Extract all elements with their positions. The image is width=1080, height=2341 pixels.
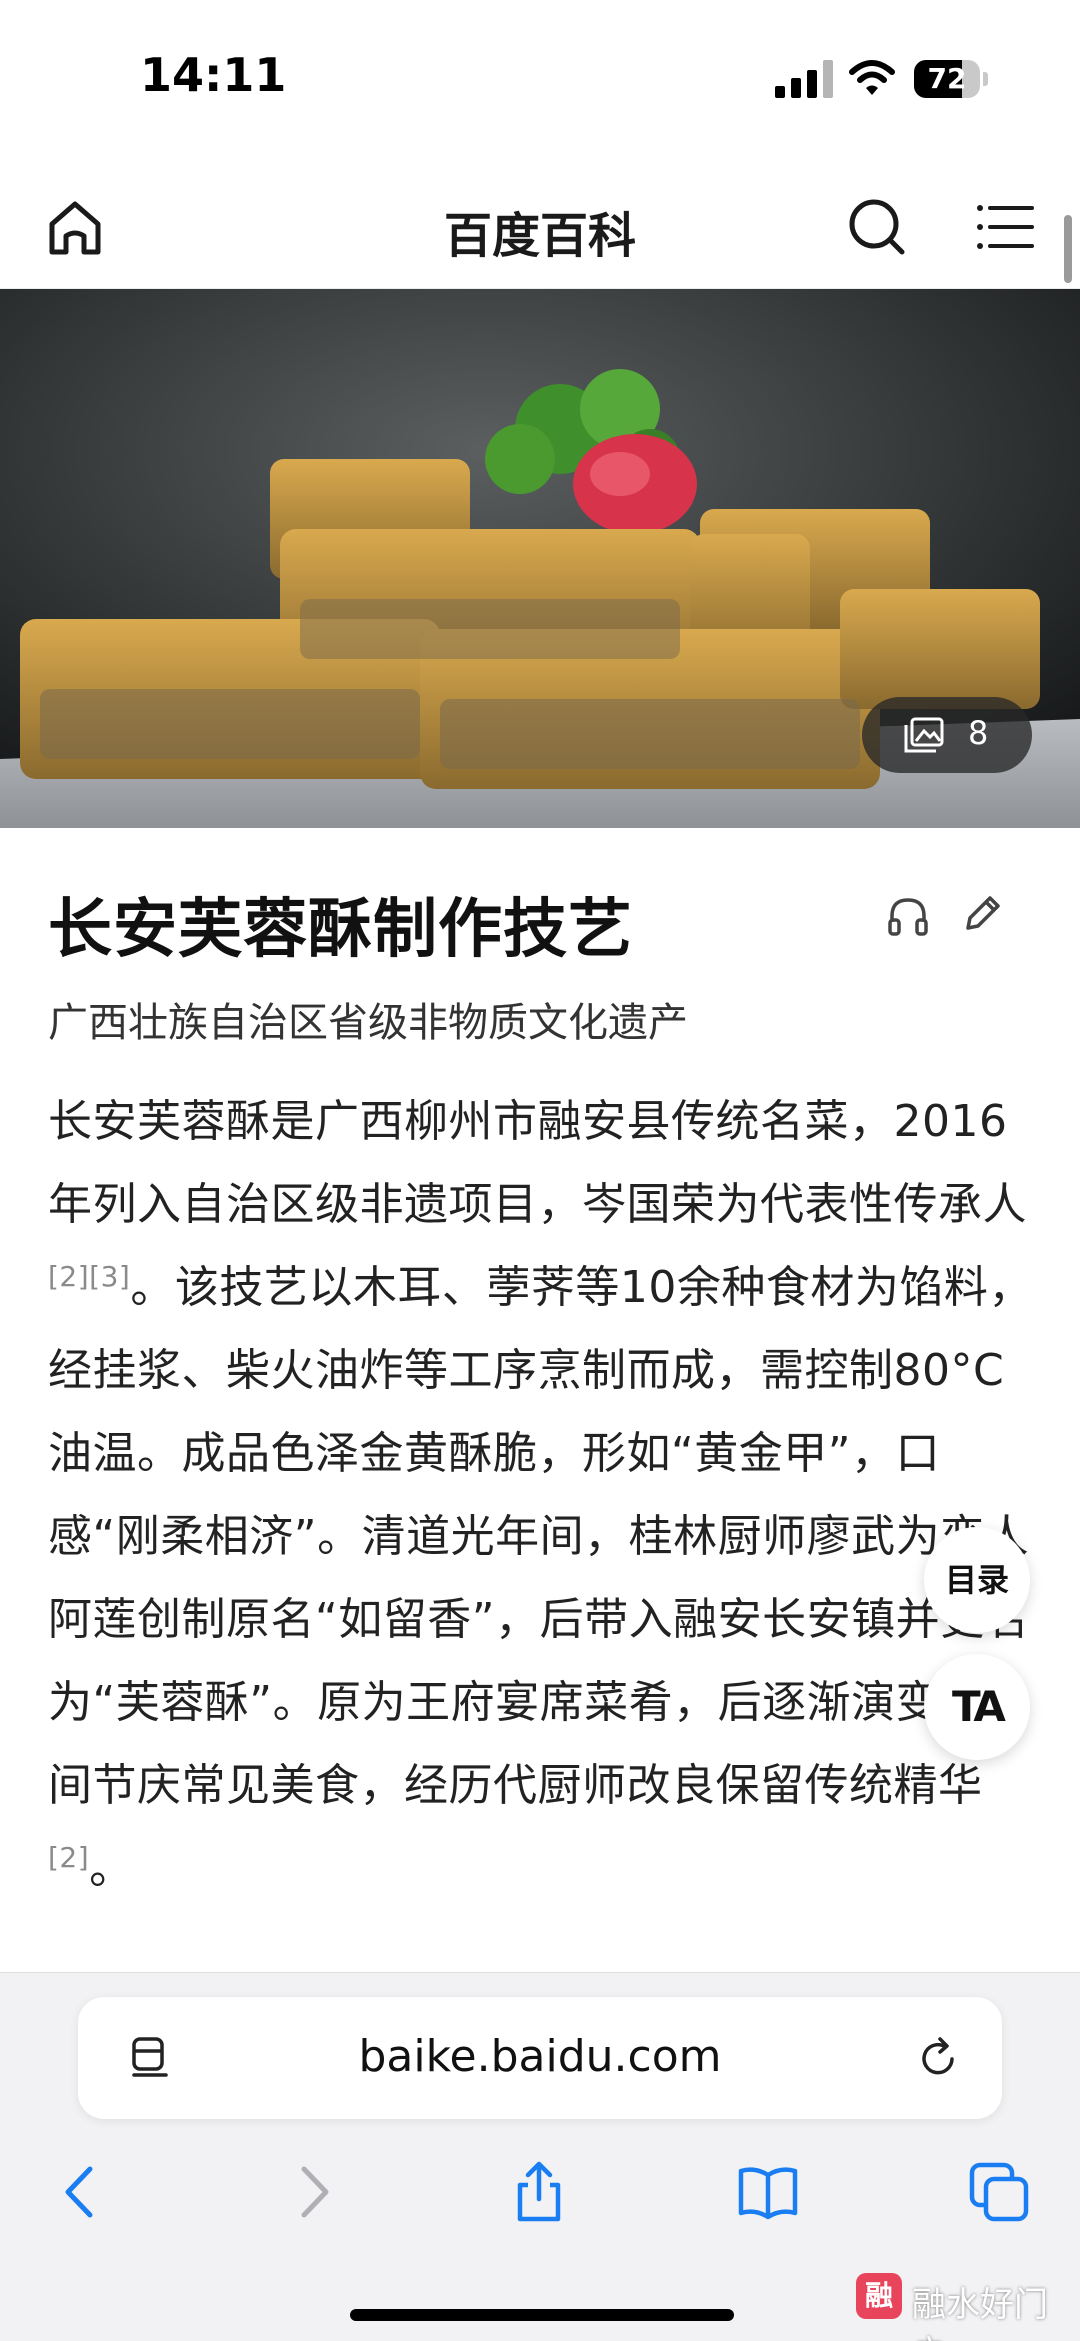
search-icon[interactable] bbox=[842, 192, 912, 262]
scrollbar[interactable] bbox=[1064, 215, 1072, 283]
summary-text: 。 bbox=[89, 1843, 134, 1894]
bookmarks-icon[interactable] bbox=[735, 2159, 801, 2225]
menu-icon[interactable] bbox=[970, 192, 1040, 262]
page: 14:11 72 百度百科 8 长安芙蓉酥制作技艺 广西壮族自治区省级非物质文化… bbox=[0, 0, 1080, 2341]
url-text: baike.baidu.com bbox=[358, 2031, 722, 2082]
battery-icon: 72 bbox=[914, 60, 988, 98]
browser-toolbar: baike.baidu.com 融 融水好门户 bbox=[0, 1972, 1080, 2341]
site-title: 百度百科 bbox=[443, 208, 636, 264]
battery-level: 72 bbox=[927, 62, 967, 95]
summary-text: 长安芙蓉酥是广西柳州市融安县传统名菜，2016年列入自治区级非遗项目，岑国荣为代… bbox=[48, 1096, 1027, 1230]
article-title: 长安芙蓉酥制作技艺 bbox=[48, 893, 633, 967]
ta-button[interactable]: TA bbox=[924, 1654, 1030, 1760]
address-bar[interactable]: baike.baidu.com bbox=[78, 1997, 1002, 2119]
reload-icon[interactable] bbox=[916, 2035, 962, 2081]
gallery-icon bbox=[904, 717, 944, 753]
wifi-icon bbox=[849, 60, 895, 95]
watermark: 融 融水好门户 bbox=[856, 2273, 1076, 2341]
watermark-text: 融水好门户 bbox=[912, 2285, 1048, 2341]
forward-icon[interactable] bbox=[280, 2159, 346, 2225]
home-indicator[interactable] bbox=[350, 2309, 734, 2321]
table-of-contents-button[interactable]: 目录 bbox=[924, 1527, 1030, 1633]
back-icon[interactable] bbox=[48, 2159, 114, 2225]
cellular-signal-icon bbox=[775, 60, 835, 98]
reference-link[interactable]: [2] bbox=[48, 1841, 89, 1874]
summary-text: 。该技艺以木耳、荸荠等10余种食材为馅料，经挂浆、柴火油炸等工序烹制而成，需控制… bbox=[48, 1262, 1033, 1811]
hero-image[interactable]: 8 bbox=[0, 289, 1080, 828]
audio-icon[interactable] bbox=[884, 892, 932, 940]
tabs-icon[interactable] bbox=[966, 2159, 1032, 2225]
article-summary: 长安芙蓉酥是广西柳州市融安县传统名菜，2016年列入自治区级非遗项目，岑国荣为代… bbox=[48, 1080, 1033, 1910]
reference-link[interactable]: [2][3] bbox=[48, 1260, 130, 1293]
status-bar: 14:11 72 bbox=[0, 0, 1080, 150]
status-time: 14:11 bbox=[140, 48, 287, 102]
gallery-button[interactable]: 8 bbox=[862, 697, 1032, 773]
article-subtitle: 广西壮族自治区省级非物质文化遗产 bbox=[48, 1000, 688, 1046]
watermark-logo: 融 bbox=[856, 2273, 902, 2319]
share-icon[interactable] bbox=[506, 2159, 572, 2225]
nav-bar: 百度百科 bbox=[0, 170, 1080, 289]
edit-icon[interactable] bbox=[958, 890, 1006, 938]
gallery-count: 8 bbox=[968, 714, 989, 752]
